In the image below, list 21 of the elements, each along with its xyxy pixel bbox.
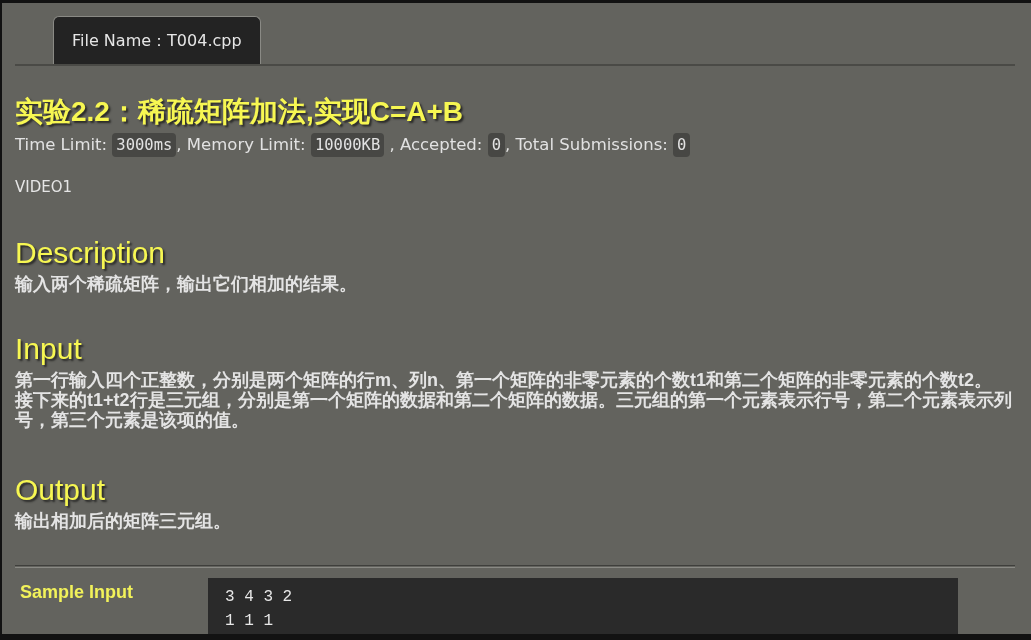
meta-value: 0 — [673, 133, 691, 157]
meta-value: 0 — [487, 133, 505, 157]
meta-label: Time Limit: — [15, 134, 109, 156]
meta-value: 10000KB — [310, 133, 385, 157]
meta-label: , Accepted: — [388, 134, 484, 156]
section-text: 第一行输入四个正整数，分别是两个矩阵的行m、列n、第一个矩阵的非零元素的个数t1和第二个矩阵的非零元素的个数t2。 — [15, 370, 993, 390]
problem-title: 实验2.2：稀疏矩阵加法,实现C=A+B — [15, 96, 465, 128]
section-text: 接下来的t1+t2行是三元组，分别是第一个矩阵的数据和第二个矩阵的数据。三元组的第一个元素表示行号，第二个元素表示列号，第三个元素是该项的值。 — [15, 390, 1013, 430]
section-heading: Input — [15, 331, 83, 367]
meta-label: , Total Submissions: — [504, 134, 669, 156]
section-text: 输出相加后的矩阵三元组。 — [15, 511, 232, 531]
file-tab[interactable]: File Name：T004.cpp — [53, 16, 261, 64]
section-heading: Description — [15, 235, 167, 271]
video-label: VIDEO1 — [15, 177, 74, 197]
section-text: 输入两个稀疏矩阵，输出它们相加的结果。 — [15, 274, 358, 294]
meta-value: 3000ms — [112, 133, 177, 157]
code-line: 1 1 1 — [225, 611, 274, 632]
sample-label: Sample Input — [20, 581, 134, 603]
section-heading: Output — [15, 472, 107, 508]
meta-label: , Memory Limit: — [176, 134, 307, 156]
code-line: 3 4 3 2 — [225, 587, 294, 608]
